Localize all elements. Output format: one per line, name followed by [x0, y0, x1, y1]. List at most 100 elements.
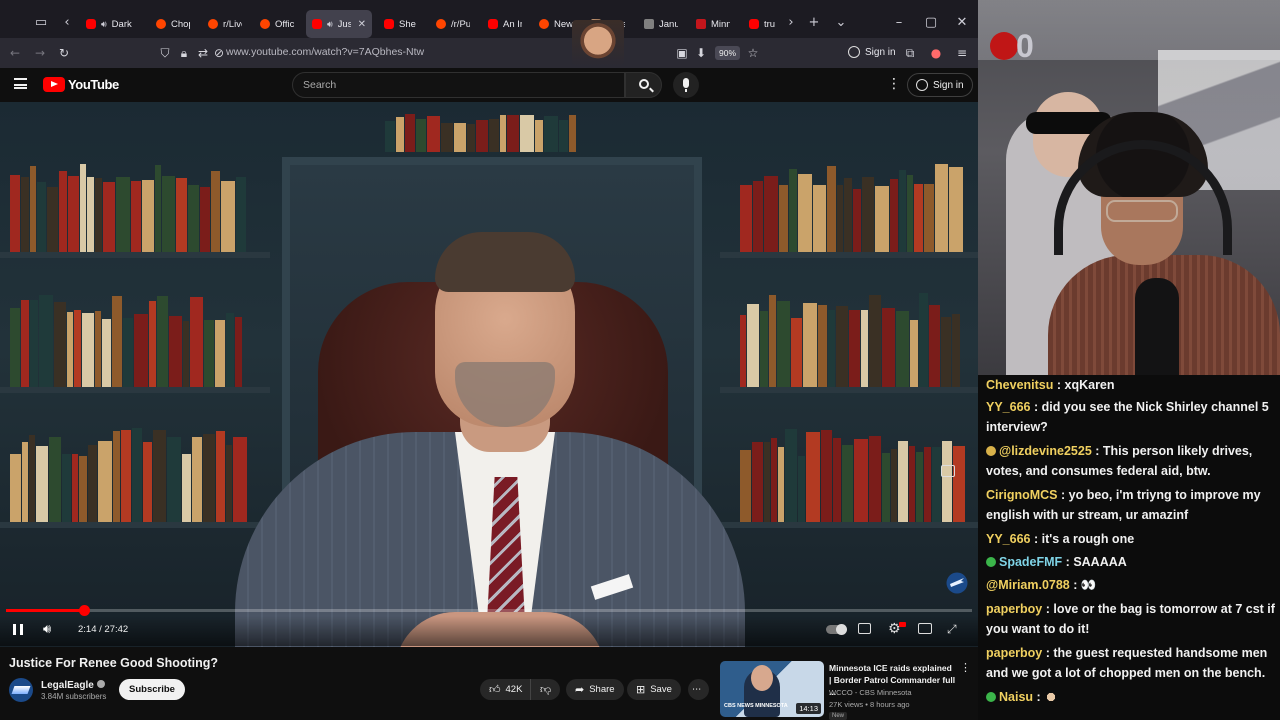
- related-video-channel[interactable]: WCCO - CBS Minnesota: [829, 688, 912, 697]
- browser-tab[interactable]: An Int: [482, 10, 528, 38]
- book: [778, 446, 784, 522]
- navigation-bar: ← → ↻ ⛉ 🔒︎ ⇄ ⊘ www.youtube.com/watch?v=7…: [0, 38, 978, 68]
- browser-tab[interactable]: She t: [378, 10, 424, 38]
- browser-tab[interactable]: Chop: [150, 10, 196, 38]
- youtube-signin-button[interactable]: Sign in: [907, 73, 973, 97]
- chat-message: Chevenitsu : xqKaren: [986, 375, 1276, 395]
- book: [134, 313, 148, 387]
- settings-menu-icon[interactable]: ⋮: [887, 77, 901, 91]
- youtube-logo[interactable]: YouTube: [43, 77, 119, 92]
- tab-scroll-right-icon[interactable]: ›: [782, 14, 800, 32]
- book: [544, 116, 558, 152]
- forward-icon[interactable]: →: [32, 45, 48, 61]
- browser-tab[interactable]: Offici: [254, 10, 300, 38]
- tab-overview-icon[interactable]: ▭: [32, 14, 50, 32]
- chat-username[interactable]: @Miriam.0788: [986, 578, 1070, 592]
- addon-badge-icon[interactable]: ●: [928, 45, 944, 61]
- app-menu-icon[interactable]: ≡: [954, 45, 970, 61]
- account-signin-button[interactable]: Sign in: [848, 46, 896, 58]
- more-actions-button[interactable]: ⋯: [688, 679, 709, 700]
- reddit-favicon-icon: [208, 19, 218, 29]
- subtitles-icon[interactable]: [858, 623, 871, 634]
- book: [37, 181, 46, 252]
- maximize-icon[interactable]: ▢: [922, 14, 940, 32]
- book: [10, 174, 20, 252]
- tab-label: She t: [399, 18, 418, 30]
- lock-icon[interactable]: 🔒︎: [176, 45, 192, 61]
- channel-avatar[interactable]: [9, 678, 33, 702]
- chat-username[interactable]: YY_666: [986, 400, 1030, 414]
- theater-mode-icon[interactable]: [918, 623, 932, 634]
- browser-tab[interactable]: /r/Pul: [430, 10, 476, 38]
- book: [416, 119, 426, 152]
- search-button[interactable]: [625, 72, 662, 98]
- guide-menu-icon[interactable]: [14, 78, 27, 89]
- minimize-icon[interactable]: –: [890, 14, 908, 32]
- autoplay-blocked-icon[interactable]: ⊘: [211, 45, 227, 61]
- browser-tab[interactable]: 🔊︎ Dark S: [80, 10, 138, 38]
- subscribe-button[interactable]: Subscribe: [119, 679, 185, 700]
- account-icon: [848, 46, 860, 58]
- permissions-icon[interactable]: ⇄: [195, 45, 211, 61]
- chat-username[interactable]: paperboy: [986, 646, 1042, 660]
- tab-close-icon[interactable]: ✕: [358, 19, 366, 30]
- book-row: [385, 112, 585, 152]
- like-button[interactable]: 👍︎ 42K: [480, 679, 532, 700]
- tab-audio-icon[interactable]: 🔊︎: [101, 19, 107, 30]
- extensions-icon[interactable]: ⧉: [902, 45, 918, 61]
- tab-scroll-left-icon[interactable]: ‹: [58, 14, 76, 32]
- presenter-hair: [435, 232, 575, 292]
- voice-search-icon[interactable]: [673, 72, 699, 98]
- save-button[interactable]: ⊞ Save: [627, 679, 681, 700]
- bookmark-star-icon[interactable]: ☆: [745, 45, 761, 61]
- chat-username[interactable]: CirignoMCS: [986, 488, 1058, 502]
- related-video-menu-icon[interactable]: ⋮: [960, 661, 971, 674]
- book: [833, 438, 841, 522]
- pause-button[interactable]: [13, 624, 23, 635]
- chat-username[interactable]: SpadeFMF: [999, 555, 1062, 569]
- search-input[interactable]: Search: [292, 72, 625, 98]
- progress-bar[interactable]: [6, 605, 972, 616]
- save-to-pocket-icon[interactable]: ⬇: [693, 45, 709, 61]
- book: [899, 170, 906, 252]
- video-player[interactable]: [0, 102, 978, 647]
- zoom-level[interactable]: 90%: [715, 46, 741, 60]
- tracking-shield-icon[interactable]: ⛉: [157, 45, 173, 61]
- browser-tab[interactable]: 🔊︎ Justi ✕: [306, 10, 372, 38]
- book: [204, 319, 214, 387]
- url-field[interactable]: www.youtube.com/watch?v=7AQbhes-Ntw: [226, 46, 424, 58]
- chat-username[interactable]: YY_666: [986, 532, 1030, 546]
- picture-in-picture-icon[interactable]: ▣: [674, 45, 690, 61]
- window-close-icon[interactable]: ✕: [953, 14, 971, 32]
- book: [507, 115, 519, 152]
- book: [155, 164, 161, 252]
- browser-window: ▭ ‹ 🔊︎ Dark S Chop r/Live Offici 🔊︎ Justi ✕ She …: [0, 0, 978, 720]
- bookshelf: [720, 522, 978, 528]
- browser-tab[interactable]: Minne: [690, 10, 736, 38]
- chat-username[interactable]: paperboy: [986, 602, 1042, 616]
- reload-icon[interactable]: ↻: [56, 45, 72, 61]
- channel-name-link[interactable]: LegalEagle: [41, 680, 105, 691]
- tab-list-icon[interactable]: ⌄: [832, 14, 850, 32]
- new-tab-icon[interactable]: +: [805, 14, 823, 32]
- book: [916, 451, 923, 522]
- back-icon[interactable]: ←: [7, 45, 23, 61]
- channel-watermark-icon[interactable]: [946, 572, 968, 594]
- miniplayer-icon[interactable]: [941, 465, 955, 477]
- share-button[interactable]: ➦ Share: [566, 679, 624, 700]
- related-video-thumbnail[interactable]: CBS NEWS MINNESOTA 14:13: [720, 661, 824, 717]
- tab-audio-icon[interactable]: 🔊︎: [327, 19, 333, 30]
- chat-username[interactable]: Chevenitsu: [986, 378, 1053, 392]
- book-row: [10, 162, 250, 252]
- book: [98, 441, 112, 522]
- autoplay-toggle[interactable]: [826, 624, 847, 635]
- chat-username[interactable]: @lizdevine2525: [999, 444, 1092, 458]
- browser-tab[interactable]: r/Live: [202, 10, 248, 38]
- browser-tab[interactable]: trum: [743, 10, 781, 38]
- volume-icon[interactable]: 🔊︎: [43, 622, 51, 637]
- browser-tab[interactable]: Janua: [638, 10, 684, 38]
- dislike-button[interactable]: 👎︎: [530, 679, 560, 700]
- fullscreen-icon[interactable]: ⤢: [947, 622, 957, 637]
- scrubber-handle[interactable]: [78, 605, 90, 616]
- chat-username[interactable]: Naisu: [999, 690, 1033, 704]
